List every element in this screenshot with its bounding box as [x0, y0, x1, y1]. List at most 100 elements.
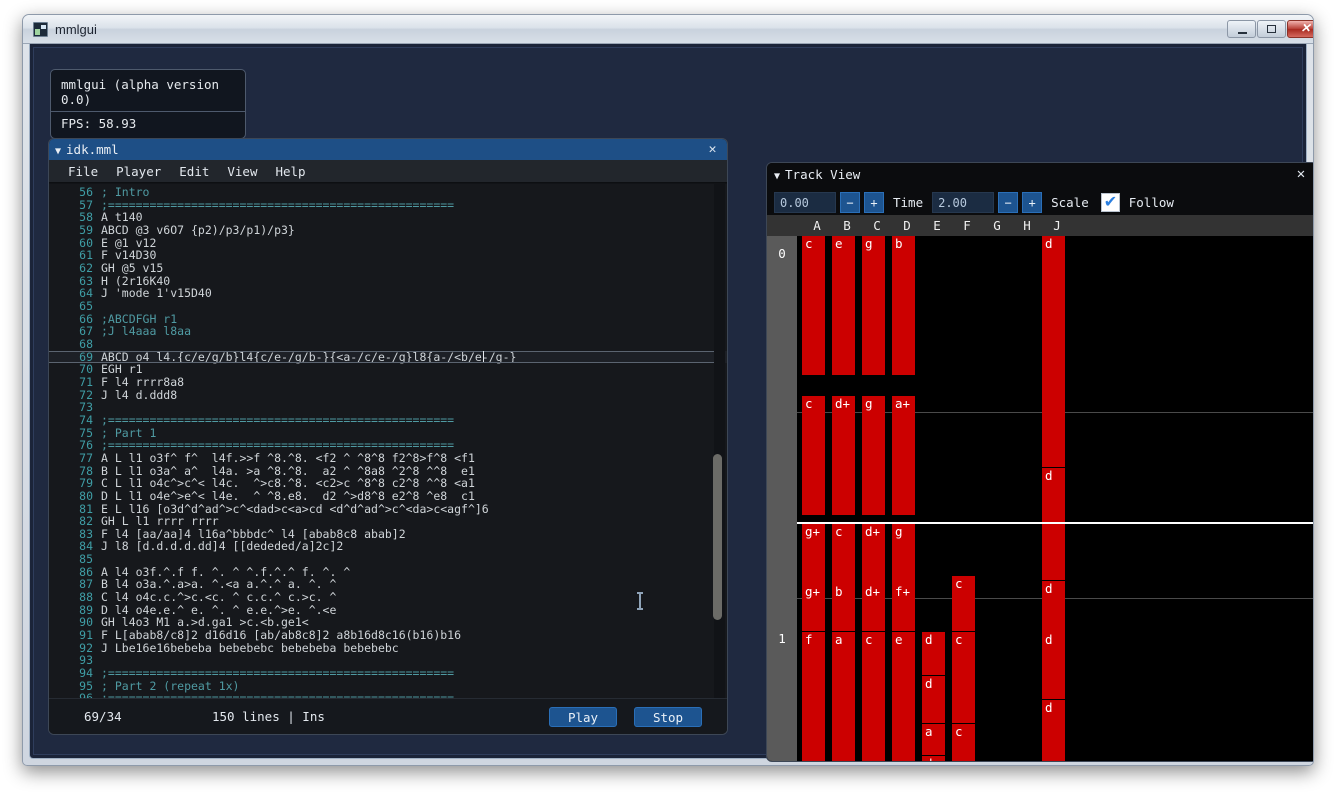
code-line[interactable]: 85: [49, 553, 727, 566]
follow-checkbox[interactable]: [1101, 193, 1120, 212]
code-line[interactable]: 91F L[abab8/c8]2 d16d16 [ab/ab8c8]2 a8b1…: [49, 629, 727, 642]
note-block[interactable]: a+: [892, 396, 915, 516]
track-column-D[interactable]: D: [892, 215, 922, 236]
code-line[interactable]: 79C L l1 o4c^>c^< l4c. ^>c8.^8. <c2>c ^8…: [49, 477, 727, 490]
menu-item-file[interactable]: File: [59, 162, 107, 181]
position-decrement-button[interactable]: −: [840, 192, 860, 213]
code-line[interactable]: 92J Lbe16e16bebeba bebebebc bebebeba beb…: [49, 642, 727, 655]
code-line[interactable]: 84J l8 [d.d.d.d.dd]4 [[dededed/a]2c]2: [49, 540, 727, 553]
position-input[interactable]: 0.00: [774, 192, 836, 213]
scale-increment-button[interactable]: +: [1022, 192, 1042, 213]
code-line[interactable]: 67;J l4aaa l8aa: [49, 325, 727, 338]
line-number: 76: [49, 439, 93, 452]
note-block[interactable]: g: [862, 396, 885, 516]
note-block[interactable]: f: [802, 632, 825, 761]
note-block[interactable]: g: [862, 236, 885, 376]
code-line[interactable]: 71F l4 rrrr8a8: [49, 376, 727, 389]
track-column-C[interactable]: C: [862, 215, 892, 236]
code-line[interactable]: 80D L l1 o4e^>e^< l4e. ^ ^8.e8. d2 ^>d8^…: [49, 490, 727, 503]
code-line[interactable]: 82GH L l1 rrrr rrrr: [49, 515, 727, 528]
menu-item-player[interactable]: Player: [107, 162, 170, 181]
chevron-down-icon[interactable]: ▼: [55, 141, 61, 162]
close-button[interactable]: [1287, 20, 1314, 38]
note-block[interactable]: e: [832, 236, 855, 376]
code-line[interactable]: 74;=====================================…: [49, 414, 727, 427]
code-line-text: F L[abab8/c8]2 d16d16 [ab/ab8c8]2 a8b16d…: [101, 629, 461, 642]
maximize-button[interactable]: [1257, 20, 1286, 38]
note-grid[interactable]: cegbdcd+ga+dg+cd+gdg+bd+f+cfaceddcddadc: [797, 236, 1314, 761]
position-increment-button[interactable]: +: [864, 192, 884, 213]
note-block[interactable]: d: [922, 756, 945, 761]
code-line[interactable]: 68: [49, 338, 727, 351]
note-block[interactable]: d+: [832, 396, 855, 516]
track-column-G[interactable]: G: [982, 215, 1012, 236]
editor-scrollbar-track[interactable]: [714, 184, 725, 698]
code-line[interactable]: 88C l4 o4c.c.^>c.<c. ^ c.c.^ c.>c. ^: [49, 591, 727, 604]
track-column-E[interactable]: E: [922, 215, 952, 236]
note-block[interactable]: g+: [802, 584, 825, 632]
note-block[interactable]: a: [922, 724, 945, 756]
code-line[interactable]: 64J 'mode 1'v15D40: [49, 287, 727, 300]
code-line[interactable]: 70EGH r1: [49, 363, 727, 376]
code-line[interactable]: 62GH @5 v15: [49, 262, 727, 275]
code-line[interactable]: 59ABCD @3 v6O7 {p2)/p3/p1)/p3}: [49, 224, 727, 237]
editor-scrollbar-thumb[interactable]: [713, 454, 722, 620]
code-line[interactable]: 77A L l1 o3f^ f^ l4f.>>f ^8.^8. <f2 ^ ^8…: [49, 452, 727, 465]
minimize-button[interactable]: [1227, 20, 1256, 38]
note-block[interactable]: d: [922, 632, 945, 676]
menu-item-view[interactable]: View: [218, 162, 266, 181]
code-line[interactable]: 94;=====================================…: [49, 667, 727, 680]
chevron-down-icon[interactable]: ▼: [774, 165, 780, 189]
follow-label: Follow: [1124, 195, 1179, 210]
measure-number: 0: [767, 246, 797, 261]
code-line[interactable]: 73: [49, 401, 727, 414]
stop-button[interactable]: Stop: [634, 707, 702, 727]
note-block[interactable]: c: [802, 236, 825, 376]
code-line[interactable]: 56; Intro: [49, 186, 727, 199]
track-view-titlebar[interactable]: ▼Track View ✕: [767, 163, 1314, 187]
note-block[interactable]: b: [892, 236, 915, 376]
track-column-H[interactable]: H: [1012, 215, 1042, 236]
note-block[interactable]: d+: [862, 584, 885, 632]
code-line[interactable]: 72J l4 d.ddd8: [49, 389, 727, 402]
note-block[interactable]: d: [1042, 468, 1065, 581]
track-column-J[interactable]: J: [1042, 215, 1072, 236]
code-editor[interactable]: 56; Intro57;============================…: [49, 184, 727, 698]
editor-titlebar[interactable]: ▼idk.mml ✕: [49, 139, 727, 160]
info-overlay: mmlgui (alpha version 0.0) FPS: 58.93: [50, 69, 246, 139]
note-block[interactable]: e: [892, 632, 915, 761]
code-line[interactable]: 57;=====================================…: [49, 199, 727, 212]
track-column-B[interactable]: B: [832, 215, 862, 236]
scale-decrement-button[interactable]: −: [998, 192, 1018, 213]
note-block[interactable]: d: [1042, 700, 1065, 761]
code-line-text: J l8 [d.d.d.d.dd]4 [[dededed/a]2c]2: [101, 540, 343, 553]
note-block[interactable]: d: [922, 676, 945, 724]
track-column-A[interactable]: A: [802, 215, 832, 236]
track-view-toolbar: 0.00 − + Time 2.00 − + Scale Follow: [767, 189, 1314, 215]
editor-statusbar: 69/34 150 lines | Ins Play Stop: [49, 698, 727, 734]
note-block[interactable]: c: [952, 576, 975, 632]
menu-item-edit[interactable]: Edit: [170, 162, 218, 181]
menu-item-help[interactable]: Help: [266, 162, 314, 181]
code-line[interactable]: 65: [49, 300, 727, 313]
line-number: 67: [49, 325, 93, 338]
note-block[interactable]: c: [952, 724, 975, 761]
time-input[interactable]: 2.00: [932, 192, 994, 213]
note-block[interactable]: b: [832, 584, 855, 632]
code-line[interactable]: 76;=====================================…: [49, 439, 727, 452]
note-block[interactable]: c: [952, 632, 975, 724]
track-view-close-icon[interactable]: ✕: [1293, 166, 1309, 183]
note-block[interactable]: f+: [892, 584, 915, 632]
play-button[interactable]: Play: [549, 707, 617, 727]
note-label: c: [862, 632, 885, 648]
note-block[interactable]: a: [832, 632, 855, 761]
window-titlebar[interactable]: mmlgui: [23, 15, 1313, 44]
editor-close-icon[interactable]: ✕: [705, 141, 720, 158]
note-block[interactable]: c: [802, 396, 825, 516]
code-line-text: F l4 rrrr8a8: [101, 376, 184, 389]
note-block[interactable]: c: [862, 632, 885, 761]
track-column-F[interactable]: F: [952, 215, 982, 236]
note-block[interactable]: d: [1042, 632, 1065, 700]
code-line[interactable]: 69ABCD o4 l4.{c/e/g/b}l4{c/e-/g/b-}{<a-/…: [49, 351, 727, 364]
note-block[interactable]: d: [1042, 236, 1065, 468]
